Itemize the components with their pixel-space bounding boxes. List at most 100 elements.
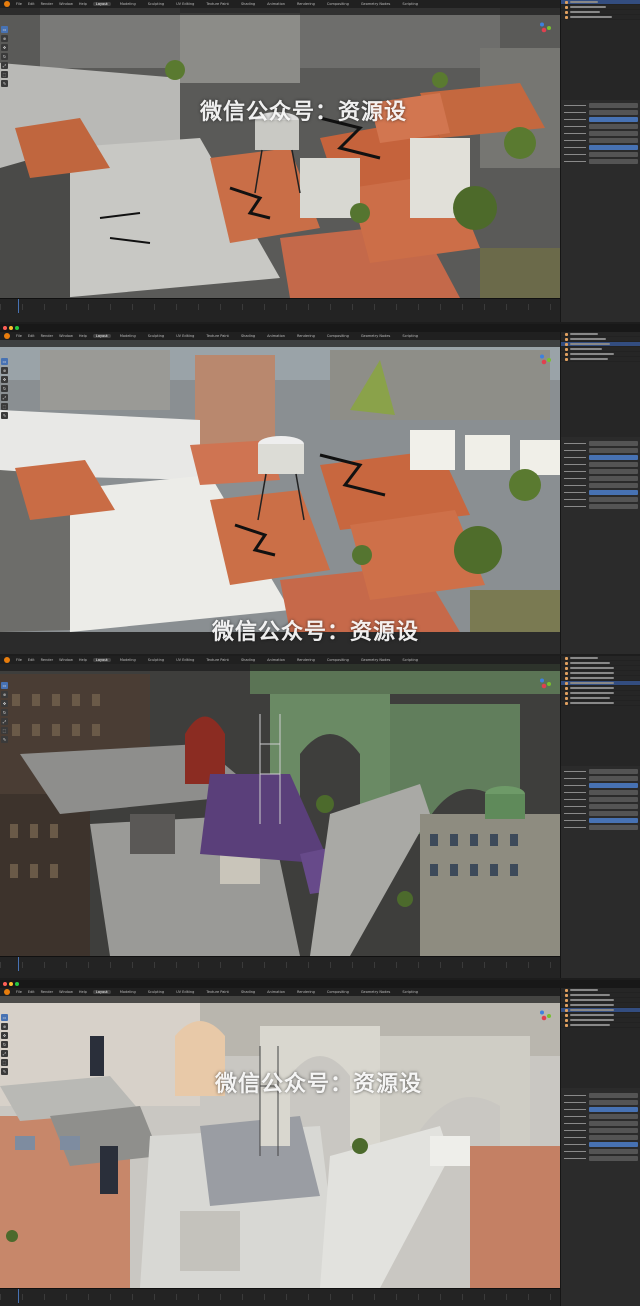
3d-viewport[interactable]: ▭ ⊕ ✥ ↻ ⤢ ⬚ ✎ bbox=[0, 664, 560, 956]
close-icon[interactable] bbox=[3, 326, 7, 330]
tab-sculpting[interactable]: Sculpting bbox=[145, 658, 167, 662]
select-icon[interactable]: ▭ bbox=[1, 358, 8, 365]
tab-sculpting[interactable]: Sculpting bbox=[145, 334, 167, 338]
menu-window[interactable]: Window bbox=[59, 990, 73, 994]
tab-compositing[interactable]: Compositing bbox=[324, 658, 352, 662]
properties-panel[interactable] bbox=[561, 768, 640, 831]
tab-geometry-nodes[interactable]: Geometry Nodes bbox=[358, 990, 394, 994]
tab-animation[interactable]: Animation bbox=[264, 334, 288, 338]
menu-edit[interactable]: Edit bbox=[28, 990, 35, 994]
tab-rendering[interactable]: Rendering bbox=[294, 990, 318, 994]
select-icon[interactable]: ▭ bbox=[1, 1014, 8, 1021]
tab-shading[interactable]: Shading bbox=[238, 334, 258, 338]
select-icon[interactable]: ▭ bbox=[1, 682, 8, 689]
playhead[interactable] bbox=[18, 957, 19, 971]
menu-help[interactable]: Help bbox=[79, 990, 87, 994]
annotate-icon[interactable]: ✎ bbox=[1, 80, 8, 87]
tab-texture-paint[interactable]: Texture Paint bbox=[203, 658, 232, 662]
move-icon[interactable]: ✥ bbox=[1, 44, 8, 51]
timeline[interactable] bbox=[0, 298, 560, 322]
tab-sculpting[interactable]: Sculpting bbox=[145, 2, 167, 6]
menu-render[interactable]: Render bbox=[41, 334, 53, 338]
tab-uv-editing[interactable]: UV Editing bbox=[173, 990, 197, 994]
navigation-gizmo-icon[interactable] bbox=[536, 22, 552, 38]
tab-layout[interactable]: Layout bbox=[92, 990, 111, 994]
tab-animation[interactable]: Animation bbox=[264, 990, 288, 994]
outliner[interactable] bbox=[561, 332, 640, 437]
tab-geometry-nodes[interactable]: Geometry Nodes bbox=[358, 2, 394, 6]
tab-uv-editing[interactable]: UV Editing bbox=[173, 334, 197, 338]
menu-render[interactable]: Render bbox=[41, 2, 53, 6]
tab-texture-paint[interactable]: Texture Paint bbox=[203, 334, 232, 338]
menu-file[interactable]: File bbox=[16, 658, 22, 662]
tab-uv-editing[interactable]: UV Editing bbox=[173, 2, 197, 6]
move-icon[interactable]: ✥ bbox=[1, 700, 8, 707]
tab-layout[interactable]: Layout bbox=[92, 658, 111, 662]
tab-compositing[interactable]: Compositing bbox=[324, 990, 352, 994]
blender-logo-icon[interactable] bbox=[4, 989, 10, 995]
menu-edit[interactable]: Edit bbox=[28, 334, 35, 338]
outliner[interactable] bbox=[561, 988, 640, 1088]
tab-scripting[interactable]: Scripting bbox=[399, 990, 421, 994]
tab-animation[interactable]: Animation bbox=[264, 658, 288, 662]
transform-icon[interactable]: ⬚ bbox=[1, 403, 8, 410]
select-icon[interactable]: ▭ bbox=[1, 26, 8, 33]
properties-panel[interactable] bbox=[561, 440, 640, 510]
menu-render[interactable]: Render bbox=[41, 990, 53, 994]
maximize-icon[interactable] bbox=[15, 326, 19, 330]
properties-panel[interactable] bbox=[561, 102, 640, 165]
tab-scripting[interactable]: Scripting bbox=[399, 658, 421, 662]
transform-icon[interactable]: ⬚ bbox=[1, 727, 8, 734]
scale-icon[interactable]: ⤢ bbox=[1, 1050, 8, 1057]
blender-logo-icon[interactable] bbox=[4, 333, 10, 339]
tab-rendering[interactable]: Rendering bbox=[294, 658, 318, 662]
annotate-icon[interactable]: ✎ bbox=[1, 412, 8, 419]
menu-edit[interactable]: Edit bbox=[28, 2, 35, 6]
menu-help[interactable]: Help bbox=[79, 658, 87, 662]
blender-logo-icon[interactable] bbox=[4, 1, 10, 7]
tab-scripting[interactable]: Scripting bbox=[399, 334, 421, 338]
annotate-icon[interactable]: ✎ bbox=[1, 736, 8, 743]
menu-window[interactable]: Window bbox=[59, 334, 73, 338]
menu-file[interactable]: File bbox=[16, 2, 22, 6]
tab-modeling[interactable]: Modeling bbox=[117, 990, 139, 994]
playhead[interactable] bbox=[18, 1289, 19, 1303]
transform-icon[interactable]: ⬚ bbox=[1, 1059, 8, 1066]
rotate-icon[interactable]: ↻ bbox=[1, 385, 8, 392]
tab-shading[interactable]: Shading bbox=[238, 658, 258, 662]
tab-uv-editing[interactable]: UV Editing bbox=[173, 658, 197, 662]
tab-compositing[interactable]: Compositing bbox=[324, 334, 352, 338]
tab-compositing[interactable]: Compositing bbox=[324, 2, 352, 6]
properties-panel[interactable] bbox=[561, 1092, 640, 1162]
minimize-icon[interactable] bbox=[9, 982, 13, 986]
move-icon[interactable]: ✥ bbox=[1, 1032, 8, 1039]
tab-modeling[interactable]: Modeling bbox=[117, 658, 139, 662]
3d-viewport[interactable]: ▭ ⊕ ✥ ↻ ⤢ ⬚ ✎ 微信公众号：资源设 bbox=[0, 996, 560, 1288]
maximize-icon[interactable] bbox=[15, 982, 19, 986]
annotate-icon[interactable]: ✎ bbox=[1, 1068, 8, 1075]
scale-icon[interactable]: ⤢ bbox=[1, 394, 8, 401]
close-icon[interactable] bbox=[3, 982, 7, 986]
3d-viewport[interactable]: ▭ ⊕ ✥ ↻ ⤢ ⬚ ✎ bbox=[0, 340, 560, 632]
rotate-icon[interactable]: ↻ bbox=[1, 1041, 8, 1048]
3d-viewport[interactable]: ▭ ⊕ ✥ ↻ ⤢ ⬚ ✎ 微信公众号：资源设 bbox=[0, 8, 560, 298]
menu-window[interactable]: Window bbox=[59, 658, 73, 662]
tab-modeling[interactable]: Modeling bbox=[117, 2, 139, 6]
navigation-gizmo-icon[interactable] bbox=[536, 678, 552, 694]
cursor-icon[interactable]: ⊕ bbox=[1, 367, 8, 374]
tab-modeling[interactable]: Modeling bbox=[117, 334, 139, 338]
tab-shading[interactable]: Shading bbox=[238, 990, 258, 994]
tab-animation[interactable]: Animation bbox=[264, 2, 288, 6]
minimize-icon[interactable] bbox=[9, 326, 13, 330]
tab-layout[interactable]: Layout bbox=[92, 2, 111, 6]
outliner[interactable] bbox=[561, 0, 640, 100]
playhead[interactable] bbox=[18, 299, 19, 313]
tab-scripting[interactable]: Scripting bbox=[399, 2, 421, 6]
rotate-icon[interactable]: ↻ bbox=[1, 709, 8, 716]
tab-layout[interactable]: Layout bbox=[92, 334, 111, 338]
cursor-icon[interactable]: ⊕ bbox=[1, 691, 8, 698]
tab-rendering[interactable]: Rendering bbox=[294, 334, 318, 338]
menu-file[interactable]: File bbox=[16, 334, 22, 338]
tab-texture-paint[interactable]: Texture Paint bbox=[203, 990, 232, 994]
tab-geometry-nodes[interactable]: Geometry Nodes bbox=[358, 334, 394, 338]
